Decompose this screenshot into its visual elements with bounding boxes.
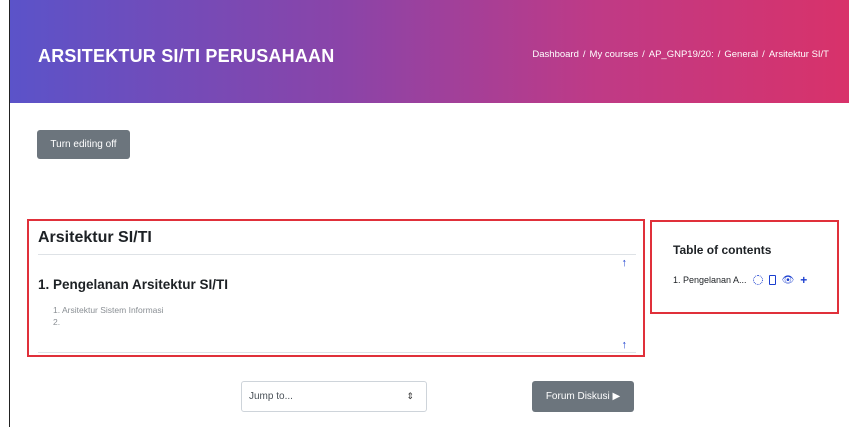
divider: [38, 254, 636, 255]
arrow-up-icon[interactable]: ↑: [622, 257, 628, 269]
gear-icon[interactable]: [752, 275, 763, 285]
forum-diskusi-button[interactable]: Forum Diskusi ▶: [532, 381, 634, 412]
toc-entry-link[interactable]: 1. Pengelanan A...: [673, 275, 747, 285]
divider: [38, 352, 636, 353]
toc-title: Table of contents: [673, 243, 772, 257]
breadcrumb-separator: /: [642, 49, 645, 60]
plus-icon[interactable]: +: [800, 273, 807, 287]
breadcrumb-general[interactable]: General: [724, 49, 758, 60]
list-item[interactable]: 2.: [53, 316, 164, 328]
section-title: Arsitektur SI/TI: [38, 229, 152, 246]
jump-to-select[interactable]: Jump to... ⇕: [241, 381, 427, 412]
subchapter-list: 1. Arsitektur Sistem Informasi 2.: [53, 304, 164, 328]
turn-editing-off-button[interactable]: Turn editing off: [37, 130, 130, 159]
table-of-contents-block: Table of contents 1. Pengelanan A... 👁 +: [650, 220, 839, 314]
list-item[interactable]: 1. Arsitektur Sistem Informasi: [53, 304, 164, 316]
breadcrumb-separator: /: [762, 49, 765, 60]
jump-to-placeholder: Jump to...: [249, 391, 293, 402]
breadcrumb-dashboard[interactable]: Dashboard: [532, 49, 578, 60]
toc-entry: 1. Pengelanan A... 👁 +: [673, 273, 807, 287]
course-title: ARSITEKTUR SI/TI PERUSAHAAN: [38, 46, 335, 66]
chapter-title: 1. Pengelanan Arsitektur SI/TI: [38, 277, 229, 292]
breadcrumb-separator: /: [717, 49, 721, 60]
document-icon[interactable]: [768, 275, 776, 285]
breadcrumb-course[interactable]: AP_GNP19/20:: [649, 49, 714, 60]
breadcrumb-separator: /: [582, 49, 586, 60]
select-caret-icon: ⇕: [406, 391, 414, 401]
breadcrumb: Dashboard / My courses / AP_GNP19/20: / Genera…: [532, 49, 829, 60]
arrow-up-icon[interactable]: ↑: [622, 339, 628, 351]
eye-icon[interactable]: 👁: [782, 275, 795, 286]
book-content-panel: Arsitektur SI/TI ↑ 1. Pengelanan Arsitek…: [27, 219, 645, 357]
breadcrumb-current[interactable]: Arsitektur SI/T: [769, 49, 829, 60]
page-header: ARSITEKTUR SI/TI PERUSAHAAN Dashboard / My…: [10, 0, 849, 103]
breadcrumb-my-courses[interactable]: My courses: [590, 49, 639, 60]
